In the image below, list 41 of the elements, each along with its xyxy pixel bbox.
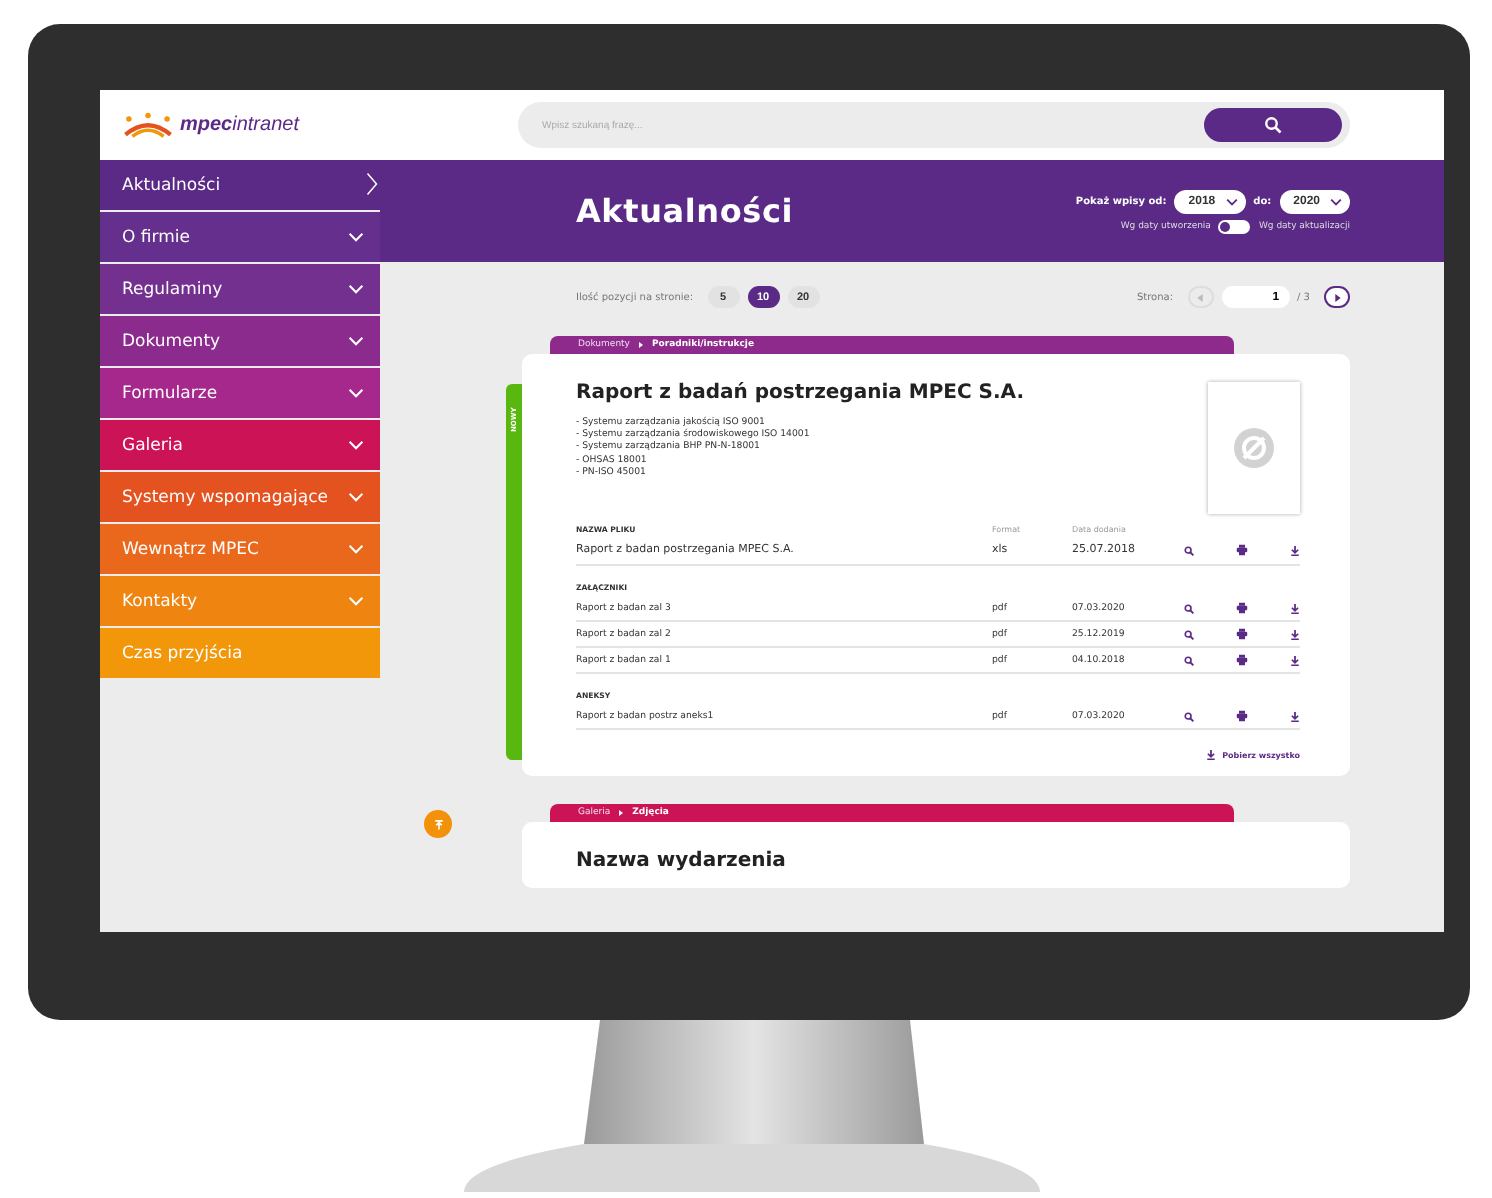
date-toggle[interactable] <box>1218 219 1251 233</box>
download-icon[interactable] <box>1290 603 1300 613</box>
search-icon[interactable] <box>1184 711 1194 721</box>
post-title[interactable]: Raport z badań postrzegania MPEC S.A. <box>576 382 1025 404</box>
no-image-icon <box>1234 428 1274 468</box>
download-icon[interactable] <box>1290 655 1300 665</box>
printer-icon[interactable] <box>1236 602 1248 614</box>
triangle-left-icon <box>1196 293 1205 301</box>
sidebar-item[interactable]: Systemy wspomagające <box>100 472 380 522</box>
search-icon[interactable] <box>1184 629 1194 639</box>
chevron-down-icon <box>1225 197 1238 205</box>
crown-logo-icon <box>122 111 174 139</box>
sidebar-item[interactable]: Aktualności <box>100 160 380 210</box>
search-icon[interactable] <box>1184 655 1194 665</box>
triangle-right-icon <box>1333 293 1341 301</box>
download-icon[interactable] <box>1290 629 1300 639</box>
next-page-button[interactable] <box>1324 286 1350 308</box>
search-icon <box>1264 116 1282 134</box>
sidebar-item[interactable]: Dokumenty <box>100 316 380 366</box>
printer-icon[interactable] <box>1236 654 1248 666</box>
download-icon[interactable] <box>1290 711 1300 721</box>
search-button[interactable] <box>1204 108 1342 142</box>
chevron-down-icon <box>1330 197 1342 205</box>
triangle-right-icon <box>637 342 644 348</box>
chevron-right-icon <box>366 170 378 198</box>
download-icon <box>1206 750 1217 760</box>
printer-icon[interactable] <box>1236 544 1248 556</box>
download-icon[interactable] <box>1290 545 1300 555</box>
sidebar-item[interactable]: Regulaminy <box>100 264 380 314</box>
search-icon[interactable] <box>1184 545 1194 555</box>
sidebar-item[interactable]: Formularze <box>100 368 380 418</box>
page-title: Aktualności <box>576 192 794 230</box>
printer-icon[interactable] <box>1236 710 1248 722</box>
printer-icon[interactable] <box>1236 628 1248 640</box>
logo-text[interactable]: mpecintranet <box>180 114 299 136</box>
arrow-up-icon <box>433 819 443 829</box>
post-title[interactable]: Nazwa wydarzenia <box>576 850 1300 872</box>
triangle-right-icon <box>618 810 625 816</box>
sidebar-item[interactable]: O firmie <box>100 212 380 262</box>
search-icon[interactable] <box>1184 603 1194 613</box>
sidebar-item[interactable]: Galeria <box>100 420 380 470</box>
